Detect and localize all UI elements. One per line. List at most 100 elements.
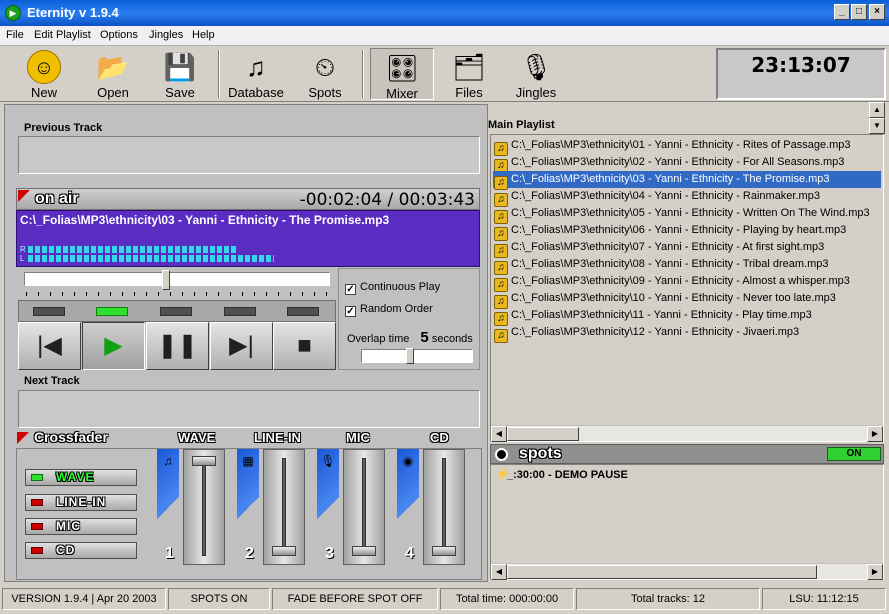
menu-options[interactable]: Options — [100, 29, 138, 41]
fader-knob[interactable] — [272, 546, 296, 556]
led — [287, 307, 319, 316]
close-button[interactable]: × — [869, 4, 885, 20]
seek-thumb[interactable] — [162, 270, 170, 290]
playlist-item-text: C:\_Folias\MP3\ethnicity\04 - Yanni - Et… — [511, 190, 820, 202]
source-wave-button[interactable]: WAVE — [25, 469, 137, 486]
list-item[interactable]: ⚡_:30:00 - DEMO PAUSE — [495, 467, 628, 481]
source-led — [31, 474, 43, 481]
pause-button[interactable]: ❚❚ — [146, 322, 209, 370]
fader-number: 1 — [165, 545, 174, 562]
open-button[interactable]: 📂 Open — [82, 48, 144, 100]
source-wave-label: WAVE — [56, 470, 95, 484]
scroll-right-button[interactable]: ▶ — [867, 426, 883, 442]
overlap-slider[interactable] — [361, 348, 473, 364]
stop-button[interactable]: ■ — [273, 322, 336, 370]
spot-text: _:30:00 - DEMO PAUSE — [507, 469, 628, 481]
music-note-icon: ♫ — [163, 454, 173, 468]
next-track-box — [18, 390, 480, 428]
next-track-label: Next Track — [24, 375, 80, 387]
on-air-time: -00:02:04 / 00:03:43 — [299, 190, 475, 210]
spots-label: Spots — [308, 85, 342, 100]
fader-knob[interactable] — [352, 546, 376, 556]
spots-button[interactable]: ⏲ Spots — [294, 48, 356, 100]
playlist-item[interactable]: ♫ C:\_Folias\MP3\ethnicity\06 - Yanni - E… — [493, 222, 881, 241]
scroll-up-button[interactable]: ▲ — [869, 102, 885, 118]
fader-slot — [202, 458, 206, 556]
fader-track — [423, 449, 465, 565]
maximize-button[interactable]: □ — [851, 4, 867, 20]
overlap-label: Overlap time — [347, 333, 410, 345]
playlist-item[interactable]: ♫ C:\_Folias\MP3\ethnicity\09 - Yanni - E… — [493, 273, 881, 292]
new-label: New — [30, 85, 57, 100]
crossfader-header: Crossfader WAVE LINE-IN MIC CD — [16, 429, 482, 448]
playlist-item[interactable]: ♫ C:\_Folias\MP3\ethnicity\02 - Yanni - E… — [493, 154, 881, 173]
status-spots: SPOTS ON — [168, 588, 270, 610]
menu-file[interactable]: File — [6, 29, 24, 41]
spots-horizontal-scrollbar[interactable]: ◀ ▶ — [491, 563, 883, 580]
scroll-left-button[interactable]: ◀ — [491, 564, 507, 580]
fader-knob[interactable] — [192, 456, 216, 466]
playlist-item-text: C:\_Folias\MP3\ethnicity\12 - Yanni - Et… — [511, 326, 800, 338]
scroll-thumb[interactable] — [507, 427, 579, 441]
source-line-in-label: LINE-IN — [56, 495, 107, 509]
scroll-down-button[interactable]: ▼ — [869, 118, 885, 134]
source-cd-label: CD — [56, 543, 76, 557]
next-track-button[interactable]: ▶| — [210, 322, 273, 370]
channel-label-line-in: LINE-IN — [254, 430, 301, 445]
source-line-in-button[interactable]: LINE-IN — [25, 494, 137, 511]
scroll-thumb[interactable] — [507, 565, 817, 579]
fader-number: 2 — [245, 545, 254, 562]
menu-help[interactable]: Help — [192, 29, 215, 41]
overlap-slider-thumb[interactable] — [406, 348, 414, 364]
status-lsu: LSU: 11:12:15 — [762, 588, 886, 610]
playlist-item[interactable]: ♫ C:\_Folias\MP3\ethnicity\11 - Yanni - E… — [493, 307, 881, 326]
previous-track-button[interactable]: |◀ — [18, 322, 81, 370]
source-mic-button[interactable]: MIC — [25, 518, 137, 535]
seek-bar — [18, 268, 336, 298]
playlist-item[interactable]: ♫ C:\_Folias\MP3\ethnicity\03 - Yanni - E… — [493, 171, 881, 190]
playlist-item[interactable]: ♫ C:\_Folias\MP3\ethnicity\01 - Yanni - E… — [493, 137, 881, 156]
save-button[interactable]: 💾 Save — [149, 48, 211, 100]
playlist-item[interactable]: ♫ C:\_Folias\MP3\ethnicity\04 - Yanni - E… — [493, 188, 881, 207]
playlist-item[interactable]: ♫ C:\_Folias\MP3\ethnicity\10 - Yanni - E… — [493, 290, 881, 309]
crossfader-corner-icon — [17, 432, 29, 444]
continuous-play-option[interactable]: ✓ Continuous Play — [345, 281, 440, 295]
playlist-item-text: C:\_Folias\MP3\ethnicity\11 - Yanni - Et… — [511, 309, 812, 321]
minimize-button[interactable]: _ — [834, 4, 850, 20]
playlist-item[interactable]: ♫ C:\_Folias\MP3\ethnicity\12 - Yanni - E… — [493, 324, 881, 343]
playlist-item[interactable]: ♫ C:\_Folias\MP3\ethnicity\08 - Yanni - E… — [493, 256, 881, 275]
seek-track[interactable] — [24, 272, 330, 286]
led-active — [96, 307, 128, 316]
fader-track — [343, 449, 385, 565]
source-cd-button[interactable]: CD — [25, 542, 137, 559]
main-playlist: ♫ C:\_Folias\MP3\ethnicity\01 - Yanni - E… — [490, 134, 884, 442]
spots-on-badge[interactable]: ON — [827, 447, 881, 461]
random-order-option[interactable]: ✓ Random Order — [345, 303, 433, 317]
scroll-left-button[interactable]: ◀ — [491, 426, 507, 442]
fader-knob[interactable] — [432, 546, 456, 556]
mixer-icon: 🎛 — [385, 53, 419, 83]
mixer-button[interactable]: 🎛 Mixer — [370, 48, 434, 101]
jingles-button[interactable]: 🎙 Jingles — [505, 48, 567, 100]
new-button[interactable]: ☺ New — [13, 48, 75, 100]
random-order-checkbox[interactable]: ✓ — [345, 306, 356, 317]
continuous-play-checkbox[interactable]: ✓ — [345, 284, 356, 295]
fader-track — [183, 449, 225, 565]
open-box-icon: 📂 — [96, 52, 130, 82]
playback-options: ✓ Continuous Play ✓ Random Order Overlap t… — [338, 268, 480, 370]
playlist-horizontal-scrollbar[interactable]: ◀ ▶ — [491, 425, 883, 442]
spots-record-icon — [495, 448, 508, 461]
database-button[interactable]: ♫ Database — [225, 48, 287, 100]
source-led — [31, 547, 43, 554]
scroll-right-button[interactable]: ▶ — [867, 564, 883, 580]
files-button[interactable]: 🗂 Files — [438, 48, 500, 100]
playlist-item[interactable]: ♫ C:\_Folias\MP3\ethnicity\07 - Yanni - E… — [493, 239, 881, 258]
playlist-item[interactable]: ♫ C:\_Folias\MP3\ethnicity\05 - Yanni - E… — [493, 205, 881, 224]
fader-number: 3 — [325, 545, 334, 562]
play-button[interactable]: ▶ — [82, 322, 145, 370]
playlist-vertical-scrollbar[interactable]: ▲ ▼ — [869, 102, 885, 134]
vu-meter-right — [28, 246, 238, 253]
menu-edit-playlist[interactable]: Edit Playlist — [34, 29, 91, 41]
menu-jingles[interactable]: Jingles — [149, 29, 183, 41]
status-bar: VERSION 1.9.4 | Apr 20 2003 SPOTS ON FAD… — [0, 586, 889, 612]
